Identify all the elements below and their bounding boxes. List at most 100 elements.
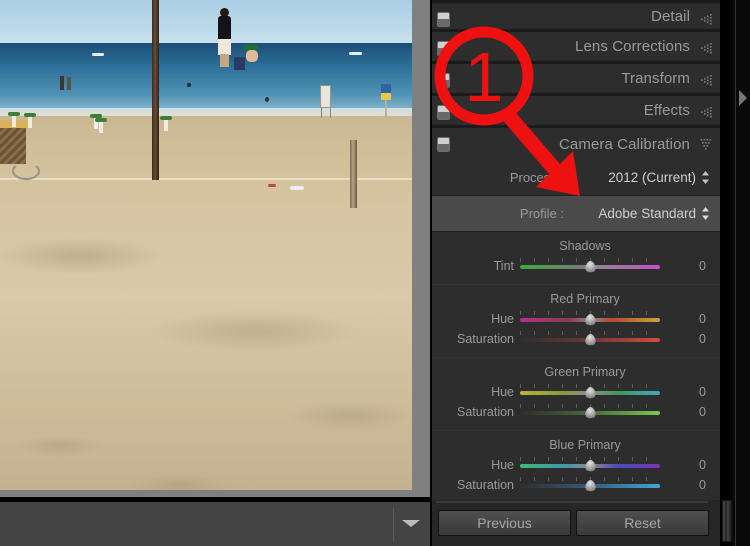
- photo-info-panel-leg: [385, 100, 387, 118]
- slider-label: Hue: [491, 312, 514, 326]
- group-shadows: Shadows Tint 0: [432, 232, 720, 285]
- group-title-blue-primary: Blue Primary: [549, 438, 621, 452]
- reset-button[interactable]: Reset: [576, 510, 709, 536]
- photo-sign-leg-b: [330, 108, 331, 118]
- panel-header-detail[interactable]: Detail: [432, 0, 720, 32]
- photo-sign-board: [320, 85, 331, 108]
- photo-person-legs: [220, 54, 229, 67]
- slider-value[interactable]: 0: [660, 312, 720, 326]
- photo-boat-right: [349, 52, 362, 55]
- slider-track-wrap[interactable]: [520, 310, 660, 328]
- slider-value[interactable]: 0: [660, 478, 720, 492]
- panel-header-transform[interactable]: Transform: [432, 64, 720, 96]
- slider-label: Tint: [493, 259, 514, 273]
- photo-structure: [0, 128, 26, 164]
- chevron-down-icon[interactable]: [402, 520, 420, 527]
- group-blue-primary: Blue Primary Hue 0 Saturation 0: [432, 431, 720, 503]
- slider-green-saturation[interactable]: Saturation 0: [432, 402, 720, 422]
- photo-boat-left: [92, 53, 104, 56]
- panel-header-effects[interactable]: Effects: [432, 96, 720, 128]
- slider-red-hue[interactable]: Hue 0: [432, 309, 720, 329]
- process-value[interactable]: 2012 (Current): [570, 170, 720, 185]
- disclosure-down-icon[interactable]: [700, 139, 714, 150]
- previous-button[interactable]: Previous: [438, 510, 571, 536]
- toolbar-divider: [393, 508, 394, 542]
- right-panel-scrollbar[interactable]: [722, 500, 732, 542]
- disclosure-left-icon[interactable]: [700, 14, 714, 25]
- photo-bucket: [234, 57, 245, 70]
- slider-track-wrap[interactable]: [520, 383, 660, 401]
- right-panel-collapse-strip[interactable]: [732, 0, 750, 546]
- slider-green-hue[interactable]: Hue 0: [432, 382, 720, 402]
- slider-red-saturation[interactable]: Saturation 0: [432, 329, 720, 349]
- panel-title-detail: Detail: [651, 7, 690, 25]
- slider-track-wrap[interactable]: [520, 476, 660, 494]
- photo-pole-left: [152, 0, 159, 180]
- process-row[interactable]: Process : 2012 (Current): [432, 160, 720, 196]
- photo-post-1: [12, 116, 16, 127]
- image-preview-area[interactable]: [0, 0, 430, 497]
- photo-backdrop-bottom: [0, 490, 430, 497]
- panel-switch-icon[interactable]: [437, 12, 450, 27]
- disclosure-left-icon[interactable]: [700, 75, 714, 86]
- panel-title-transform: Transform: [621, 70, 690, 87]
- up-down-arrows-icon[interactable]: [701, 207, 710, 223]
- slider-value[interactable]: 0: [660, 405, 720, 419]
- photo-post-2: [28, 117, 32, 128]
- develop-toolbar[interactable]: [0, 500, 430, 546]
- panel-switch-icon[interactable]: [437, 41, 450, 56]
- photo-distant-person-b: [67, 77, 71, 90]
- photo-pole-right: [350, 140, 357, 208]
- slider-label: Hue: [491, 385, 514, 399]
- photo-standing-person: [216, 8, 233, 67]
- right-panel-button-bar: Previous Reset: [432, 500, 720, 546]
- photo-sign-leg-a: [321, 108, 322, 118]
- panel-title-effects: Effects: [643, 102, 690, 119]
- camera-calibration-body: Process : 2012 (Current) Profile : Adobe…: [432, 160, 720, 503]
- disclosure-left-icon[interactable]: [700, 107, 714, 118]
- profile-value[interactable]: Adobe Standard: [570, 206, 720, 221]
- button-bar-divider: [436, 501, 708, 503]
- panel-switch-icon[interactable]: [437, 73, 450, 88]
- slider-label: Hue: [491, 458, 514, 472]
- profile-row[interactable]: Profile : Adobe Standard: [432, 196, 720, 232]
- photo-object-red: [268, 184, 276, 187]
- photo-post-4: [164, 120, 168, 131]
- slider-label: Saturation: [457, 332, 514, 346]
- slider-track-wrap[interactable]: [520, 257, 660, 275]
- lightroom-develop-window: Detail Lens Corrections Transform Effect…: [0, 0, 750, 546]
- slider-value[interactable]: 0: [660, 458, 720, 472]
- photo-info-panel-stripe: [381, 93, 391, 100]
- slider-track-wrap[interactable]: [520, 456, 660, 474]
- photo-distant-person-a: [60, 76, 64, 90]
- up-down-arrows-icon[interactable]: [701, 171, 710, 187]
- panel-header-camera-calibration[interactable]: Camera Calibration: [432, 128, 720, 160]
- slider-value[interactable]: 0: [660, 259, 720, 273]
- slider-label: Saturation: [457, 478, 514, 492]
- group-green-primary: Green Primary Hue 0 Saturation 0: [432, 358, 720, 431]
- panel-expand-right-icon[interactable]: [739, 90, 747, 106]
- photo-hose: [12, 162, 40, 180]
- slider-value[interactable]: 0: [660, 332, 720, 346]
- photo-image[interactable]: [0, 0, 412, 490]
- panel-switch-icon[interactable]: [437, 137, 450, 152]
- slider-value[interactable]: 0: [660, 385, 720, 399]
- photo-person-shorts: [218, 39, 231, 55]
- slider-shadows-tint[interactable]: Tint 0: [432, 256, 720, 276]
- right-panel-group: Detail Lens Corrections Transform Effect…: [432, 0, 720, 503]
- strip-divider: [735, 0, 736, 546]
- slider-track-wrap[interactable]: [520, 403, 660, 421]
- slider-blue-saturation[interactable]: Saturation 0: [432, 475, 720, 495]
- group-title-red-primary: Red Primary: [550, 292, 620, 306]
- panel-switch-icon[interactable]: [437, 105, 450, 120]
- group-title-shadows: Shadows: [559, 239, 611, 253]
- panel-title-camera-calibration: Camera Calibration: [558, 135, 690, 153]
- disclosure-left-icon[interactable]: [700, 43, 714, 54]
- slider-blue-hue[interactable]: Hue 0: [432, 455, 720, 475]
- photo-child: [246, 50, 258, 62]
- photo-swimmer-a: [187, 83, 191, 87]
- panel-header-lens-corrections[interactable]: Lens Corrections: [432, 32, 720, 64]
- photo-post-5: [99, 122, 103, 133]
- panel-title-lens-corrections: Lens Corrections: [575, 38, 690, 55]
- slider-track-wrap[interactable]: [520, 330, 660, 348]
